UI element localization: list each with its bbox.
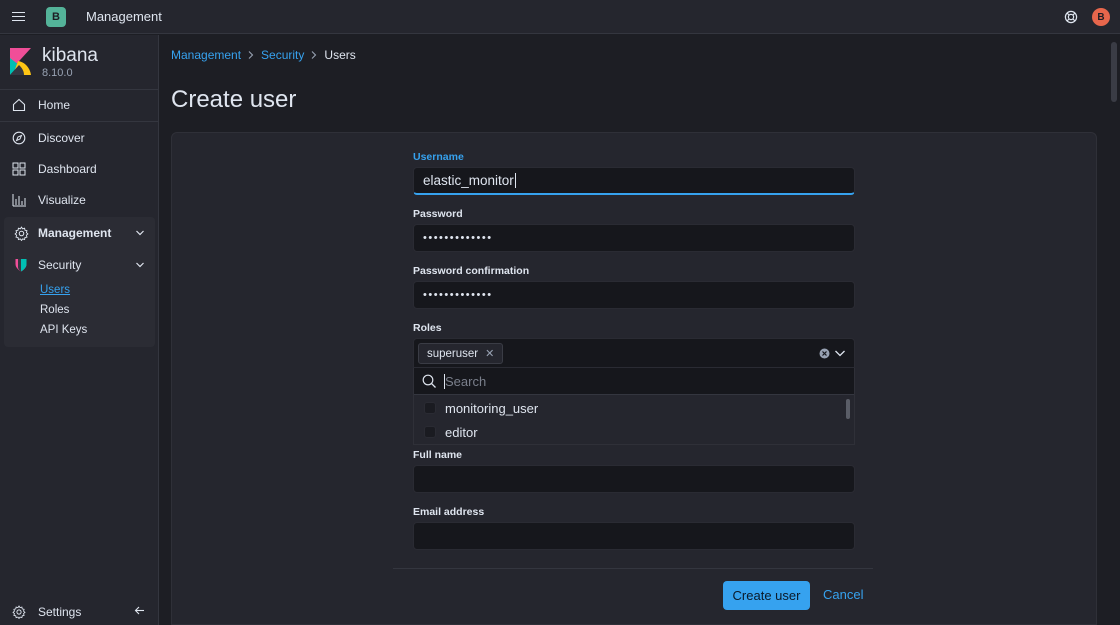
sidebar-item-visualize[interactable]: Visualize — [0, 184, 159, 216]
sidebar-item-dashboard[interactable]: Dashboard — [0, 153, 159, 185]
roles-dropdown: Search monitoring_user editor — [413, 368, 855, 445]
breadcrumb-current: Users — [324, 48, 356, 62]
sidebar-item-management[interactable]: Management — [4, 217, 155, 249]
password-confirmation-field[interactable]: ••••••••••••• — [413, 281, 855, 309]
role-option-editor[interactable]: editor — [414, 420, 846, 444]
sidebar-item-security[interactable]: Security — [4, 249, 155, 281]
chevron-down-icon — [136, 230, 144, 236]
full-name-label: Full name — [413, 449, 463, 461]
side-navigation: kibana 8.10.0 Home Discover Dashboard Vi… — [0, 35, 159, 625]
breadcrumb: Management Security Users — [171, 48, 356, 62]
option-label: editor — [445, 424, 478, 440]
sidebar-subitem-roles[interactable]: Roles — [40, 304, 69, 316]
sidebar-item-label: Home — [38, 98, 71, 112]
sidebar-item-label: Visualize — [38, 193, 86, 207]
roles-search-input[interactable]: Search — [414, 368, 854, 395]
security-shield-icon — [15, 259, 27, 272]
chevron-right-icon — [310, 50, 318, 60]
management-nav-group: Management Security Users Roles API Keys — [4, 217, 155, 347]
role-chip-label: superuser — [427, 347, 479, 360]
form-divider — [393, 568, 873, 569]
breadcrumb-security[interactable]: Security — [261, 48, 304, 62]
help-button[interactable] — [1054, 0, 1088, 34]
dropdown-scrollbar[interactable] — [846, 399, 850, 419]
help-icon — [1064, 10, 1078, 24]
password-field[interactable]: ••••••••••••• — [413, 224, 855, 252]
chevron-down-icon[interactable] — [834, 348, 846, 359]
create-user-button[interactable]: Create user — [723, 581, 810, 610]
bar-chart-icon — [12, 194, 26, 207]
option-checkbox[interactable] — [424, 402, 436, 414]
roles-label: Roles — [413, 322, 442, 334]
chevron-right-icon — [247, 50, 255, 60]
username-field[interactable]: elastic_monitor — [413, 167, 855, 195]
email-field[interactable] — [413, 522, 855, 550]
gear-icon — [12, 605, 26, 619]
brand-version: 8.10.0 — [42, 67, 73, 79]
collapse-arrow-left-icon[interactable] — [134, 605, 145, 616]
password-confirmation-label: Password confirmation — [413, 265, 530, 277]
roles-combobox[interactable]: superuser ✕ — [413, 338, 855, 368]
role-chip-superuser: superuser ✕ — [418, 343, 504, 364]
sidebar-item-label: Settings — [38, 605, 82, 619]
sidebar-item-label: Dashboard — [38, 162, 97, 176]
cancel-button[interactable]: Cancel — [823, 587, 863, 602]
space-selector-badge[interactable]: B — [46, 6, 66, 27]
hamburger-icon — [11, 15, 25, 18]
sidebar-item-discover[interactable]: Discover — [0, 122, 159, 154]
breadcrumb-management[interactable]: Management — [171, 48, 241, 62]
option-checkbox[interactable] — [424, 426, 436, 438]
gear-icon — [13, 225, 29, 241]
option-label: monitoring_user — [445, 400, 539, 416]
home-icon — [12, 98, 26, 112]
kibana-logo-icon — [10, 48, 31, 75]
brand-name: kibana — [42, 45, 98, 66]
password-label: Password — [413, 208, 463, 220]
sidebar-item-label: Management — [38, 226, 112, 240]
search-icon — [422, 374, 436, 388]
role-option-monitoring-user[interactable]: monitoring_user — [414, 396, 846, 420]
page-title: Create user — [171, 86, 297, 113]
full-name-field[interactable] — [413, 465, 855, 493]
username-label: Username — [413, 151, 464, 163]
sidebar-item-label: Security — [38, 258, 82, 272]
clear-icon[interactable] — [819, 348, 830, 359]
chevron-down-icon — [136, 262, 144, 268]
password-confirmation-value: ••••••••••••• — [423, 289, 493, 301]
brand-header: kibana 8.10.0 — [0, 35, 158, 89]
remove-chip-icon[interactable]: ✕ — [485, 347, 494, 360]
password-value: ••••••••••••• — [423, 232, 493, 244]
sidebar-item-label: Discover — [38, 131, 85, 145]
dashboard-icon — [12, 162, 26, 176]
sidebar-subitem-api-keys[interactable]: API Keys — [40, 324, 87, 336]
sidebar-item-settings[interactable]: Settings — [0, 599, 159, 625]
user-avatar[interactable]: B — [1092, 8, 1110, 26]
top-header: B Management B — [0, 0, 1120, 34]
page-scrollbar[interactable] — [1111, 42, 1117, 102]
compass-icon — [12, 131, 26, 145]
header-app-title: Management — [86, 9, 162, 24]
sidebar-subitem-users[interactable]: Users — [40, 284, 70, 296]
text-cursor — [514, 173, 516, 188]
email-label: Email address — [413, 506, 485, 518]
menu-toggle-button[interactable] — [0, 0, 36, 34]
sidebar-item-home[interactable]: Home — [0, 89, 159, 121]
username-value: elastic_monitor — [423, 173, 514, 188]
search-placeholder: Search — [445, 374, 487, 389]
